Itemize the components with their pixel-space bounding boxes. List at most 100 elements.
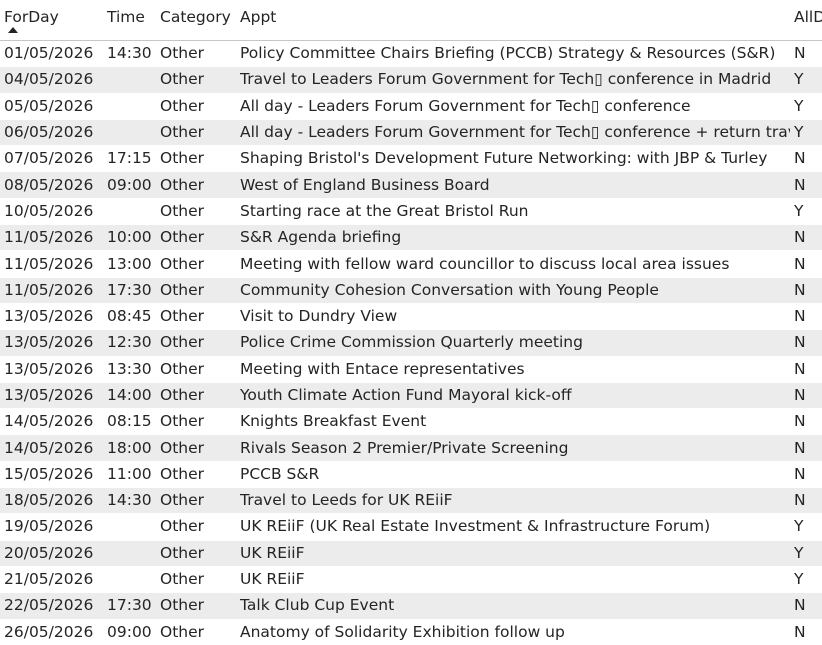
- cell-time: [103, 540, 156, 567]
- cell-category: Other: [156, 171, 236, 199]
- cell-time: [103, 566, 156, 594]
- cell-category: Other: [156, 40, 236, 68]
- cell-category: Other: [156, 66, 236, 94]
- cell-allday: N: [790, 382, 822, 410]
- cell-forday: 13/05/2026: [0, 303, 103, 331]
- cell-allday: Y: [790, 119, 822, 147]
- sort-ascending-icon[interactable]: [8, 27, 18, 33]
- cell-category: Other: [156, 224, 236, 252]
- cell-time: 09:00: [103, 619, 156, 645]
- cell-appt: All day - Leaders Forum Government for T…: [236, 93, 790, 120]
- table-row[interactable]: 08/05/2026 09:00 Other West of England B…: [0, 171, 822, 199]
- cell-appt: Knights Breakfast Event: [236, 408, 790, 436]
- cell-forday: 08/05/2026: [0, 171, 103, 199]
- cell-appt: West of England Business Board: [236, 171, 790, 199]
- cell-time: [103, 119, 156, 147]
- cell-allday: N: [790, 224, 822, 252]
- cell-forday: 20/05/2026: [0, 540, 103, 567]
- cell-category: Other: [156, 145, 236, 173]
- cell-appt: Rivals Season 2 Premier/Private Screenin…: [236, 434, 790, 462]
- cell-allday: N: [790, 171, 822, 199]
- cell-time: 13:30: [103, 356, 156, 383]
- table-row[interactable]: 13/05/2026 13:30 Other Meeting with Enta…: [0, 356, 822, 383]
- cell-appt: Anatomy of Solidarity Exhibition follow …: [236, 619, 790, 645]
- table-row[interactable]: 20/05/2026 Other UK REiiF Y: [0, 540, 822, 567]
- cell-category: Other: [156, 198, 236, 226]
- cell-forday: 06/05/2026: [0, 119, 103, 147]
- table-row[interactable]: 26/05/2026 09:00 Other Anatomy of Solida…: [0, 619, 822, 645]
- cell-time: [103, 66, 156, 94]
- table-row[interactable]: 11/05/2026 13:00 Other Meeting with fell…: [0, 250, 822, 278]
- cell-time: 17:15: [103, 145, 156, 173]
- cell-category: Other: [156, 619, 236, 645]
- cell-appt: S&R Agenda briefing: [236, 224, 790, 252]
- table-row[interactable]: 06/05/2026 Other All day - Leaders Forum…: [0, 119, 822, 147]
- table-row[interactable]: 22/05/2026 17:30 Other Talk Club Cup Eve…: [0, 592, 822, 620]
- cell-allday: N: [790, 408, 822, 436]
- cell-allday: Y: [790, 566, 822, 594]
- cell-forday: 10/05/2026: [0, 198, 103, 226]
- cell-appt: Community Cohesion Conversation with You…: [236, 277, 790, 304]
- table-row[interactable]: 14/05/2026 18:00 Other Rivals Season 2 P…: [0, 434, 822, 462]
- cell-allday: N: [790, 145, 822, 173]
- cell-time: 08:15: [103, 408, 156, 436]
- table-row[interactable]: 10/05/2026 Other Starting race at the Gr…: [0, 198, 822, 226]
- cell-appt: UK REiiF: [236, 540, 790, 567]
- table-row[interactable]: 19/05/2026 Other UK REiiF (UK Real Estat…: [0, 513, 822, 541]
- cell-category: Other: [156, 356, 236, 383]
- table-row[interactable]: 11/05/2026 17:30 Other Community Cohesio…: [0, 277, 822, 304]
- appointments-table-visual: ForDay Time Category Appt AllDay 01/05/2…: [0, 0, 822, 645]
- appointments-table: ForDay Time Category Appt AllDay 01/05/2…: [0, 0, 822, 645]
- column-header-appt[interactable]: Appt: [236, 0, 790, 41]
- cell-time: 10:00: [103, 224, 156, 252]
- cell-category: Other: [156, 329, 236, 357]
- cell-category: Other: [156, 408, 236, 436]
- cell-allday: Y: [790, 93, 822, 120]
- cell-allday: N: [790, 461, 822, 489]
- table-row[interactable]: 01/05/2026 14:30 Other Policy Committee …: [0, 40, 822, 68]
- table-row[interactable]: 07/05/2026 17:15 Other Shaping Bristol's…: [0, 145, 822, 173]
- cell-time: 11:00: [103, 461, 156, 489]
- cell-category: Other: [156, 382, 236, 410]
- column-header-category[interactable]: Category: [156, 0, 236, 41]
- cell-time: 13:00: [103, 250, 156, 278]
- cell-appt: Shaping Bristol's Development Future Net…: [236, 145, 790, 173]
- cell-forday: 14/05/2026: [0, 408, 103, 436]
- table-row[interactable]: 11/05/2026 10:00 Other S&R Agenda briefi…: [0, 224, 822, 252]
- table-row[interactable]: 21/05/2026 Other UK REiiF Y: [0, 566, 822, 594]
- cell-forday: 01/05/2026: [0, 40, 103, 68]
- cell-time: 08:45: [103, 303, 156, 331]
- table-row[interactable]: 13/05/2026 08:45 Other Visit to Dundry V…: [0, 303, 822, 331]
- column-header-time[interactable]: Time: [103, 0, 156, 41]
- table-row[interactable]: 13/05/2026 12:30 Other Police Crime Comm…: [0, 329, 822, 357]
- cell-forday: 07/05/2026: [0, 145, 103, 173]
- table-row[interactable]: 18/05/2026 14:30 Other Travel to Leeds f…: [0, 487, 822, 515]
- column-header-allday[interactable]: AllDay: [790, 0, 822, 41]
- cell-forday: 15/05/2026: [0, 461, 103, 489]
- table-row[interactable]: 15/05/2026 11:00 Other PCCB S&R N: [0, 461, 822, 489]
- cell-category: Other: [156, 250, 236, 278]
- cell-category: Other: [156, 119, 236, 147]
- cell-forday: 13/05/2026: [0, 356, 103, 383]
- table-row[interactable]: 13/05/2026 14:00 Other Youth Climate Act…: [0, 382, 822, 410]
- cell-category: Other: [156, 592, 236, 620]
- table-body: 01/05/2026 14:30 Other Policy Committee …: [0, 40, 822, 645]
- cell-allday: N: [790, 356, 822, 383]
- cell-time: 12:30: [103, 329, 156, 357]
- cell-forday: 04/05/2026: [0, 66, 103, 94]
- column-header-forday[interactable]: ForDay: [0, 0, 103, 41]
- cell-forday: 11/05/2026: [0, 250, 103, 278]
- cell-allday: Y: [790, 513, 822, 541]
- cell-allday: N: [790, 619, 822, 645]
- cell-appt: Meeting with Entace representatives: [236, 356, 790, 383]
- cell-time: 18:00: [103, 434, 156, 462]
- table-row[interactable]: 04/05/2026 Other Travel to Leaders Forum…: [0, 66, 822, 94]
- cell-time: 17:30: [103, 592, 156, 620]
- cell-time: 17:30: [103, 277, 156, 304]
- table-row[interactable]: 14/05/2026 08:15 Other Knights Breakfast…: [0, 408, 822, 436]
- table-row[interactable]: 05/05/2026 Other All day - Leaders Forum…: [0, 93, 822, 120]
- cell-time: 14:30: [103, 40, 156, 68]
- cell-allday: Y: [790, 540, 822, 567]
- cell-allday: N: [790, 487, 822, 515]
- cell-category: Other: [156, 277, 236, 304]
